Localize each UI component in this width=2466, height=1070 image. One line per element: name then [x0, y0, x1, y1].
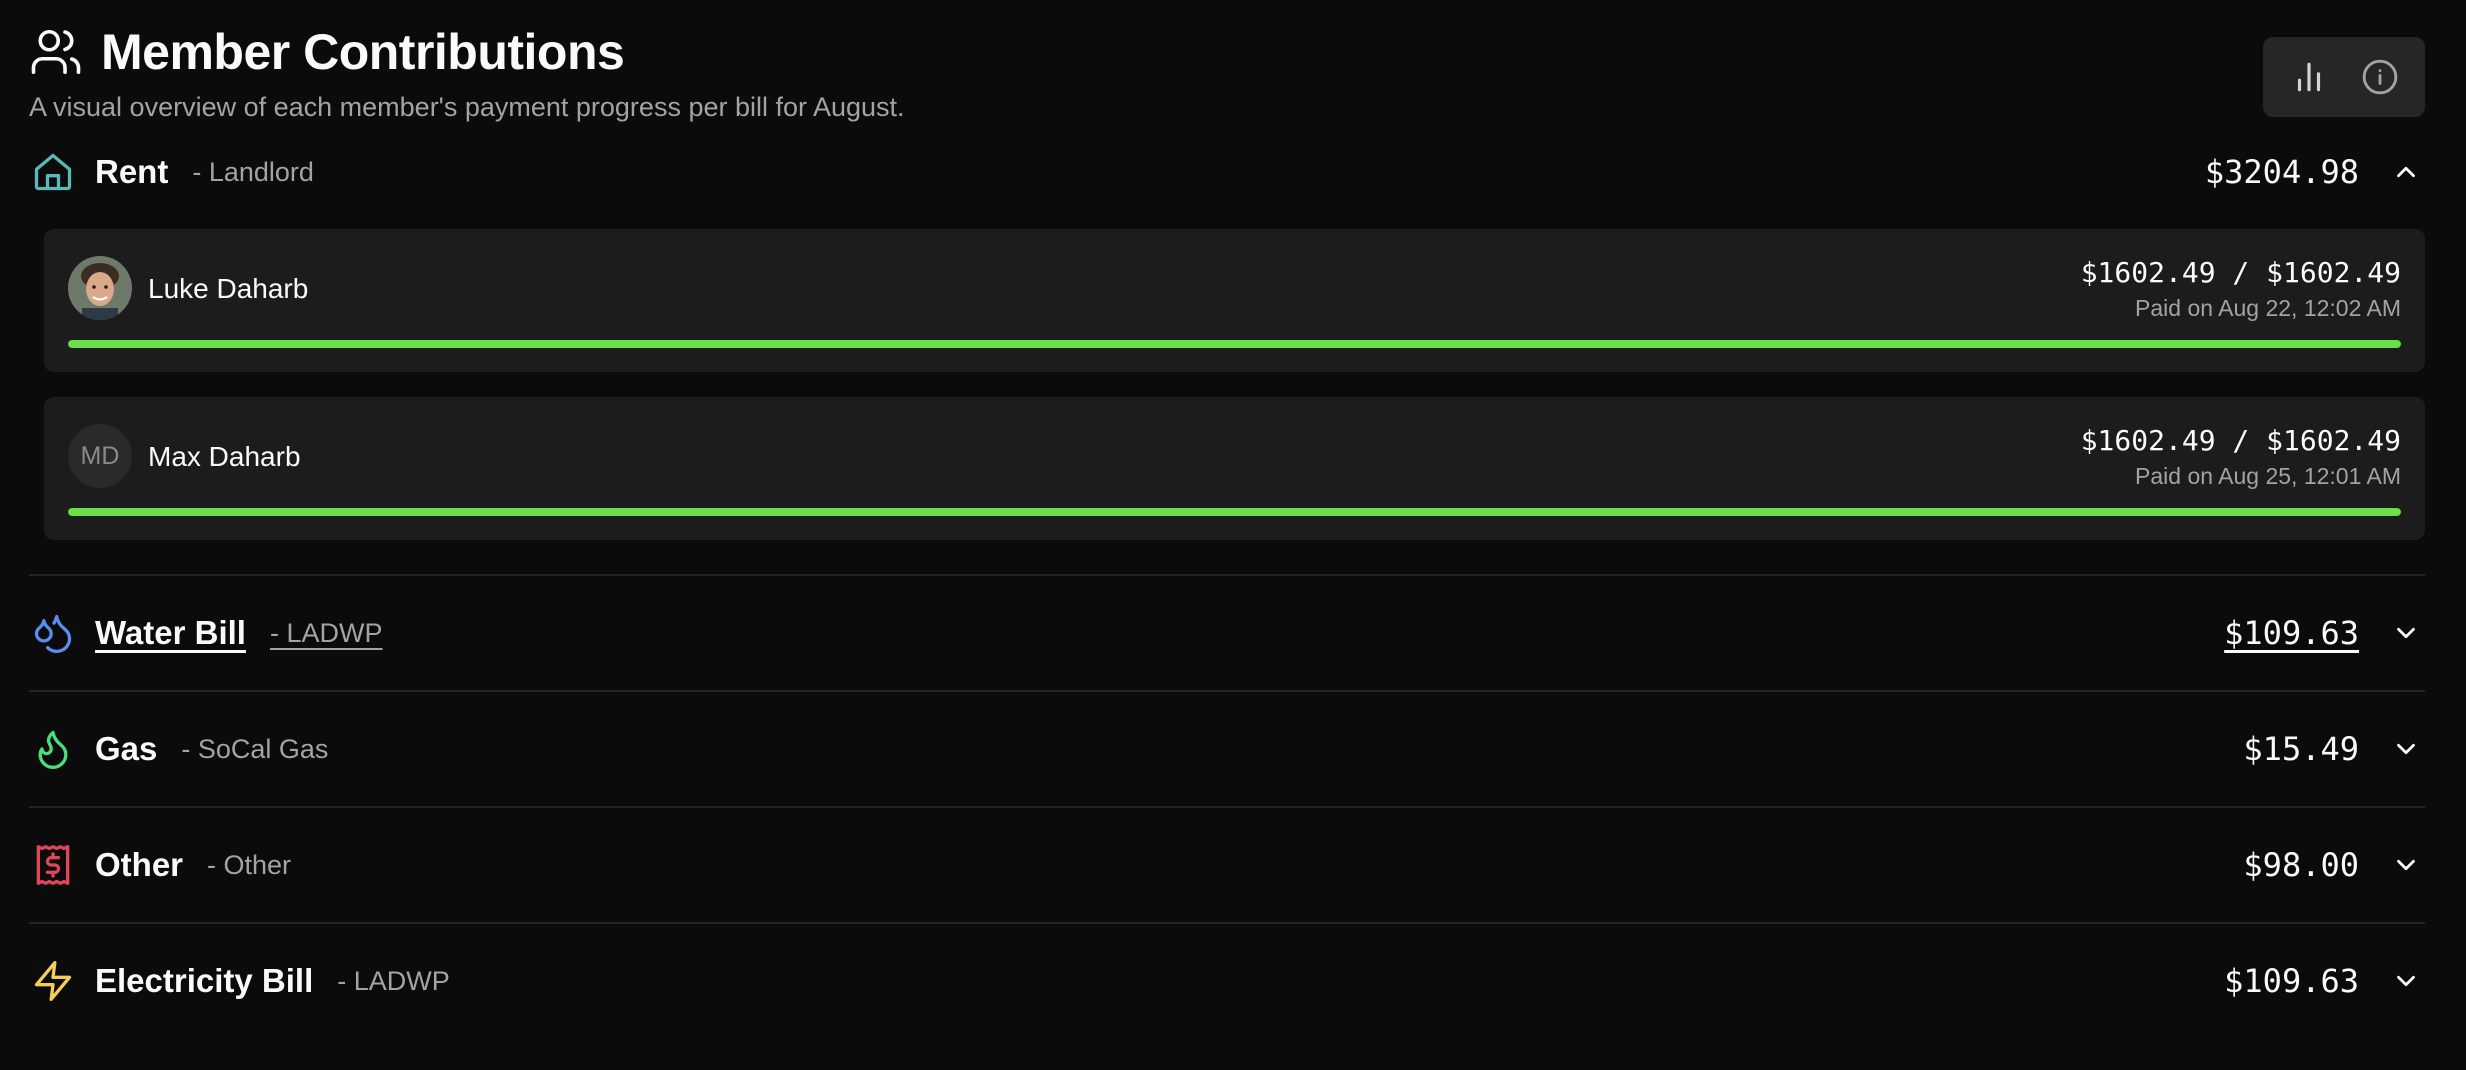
bill-name: Other: [95, 846, 184, 883]
title-row: Member Contributions: [29, 22, 2425, 82]
chevron-down-icon[interactable]: [2391, 966, 2421, 996]
flame-icon: [38, 730, 68, 769]
member-card: MD Max Daharb $1602.49 / $1602.49 Paid o…: [44, 397, 2425, 540]
bill-payee: - Landlord: [192, 156, 314, 187]
toolbar: [2263, 37, 2425, 117]
zap-icon: [34, 961, 72, 1001]
bill-amount: $109.63: [2224, 614, 2359, 652]
bill-payee: - LADWP: [337, 965, 450, 996]
member-card: Luke Daharb $1602.49 / $1602.49 Paid on …: [44, 229, 2425, 372]
users-icon: [31, 29, 81, 75]
bar-chart-icon: [2297, 62, 2320, 92]
member-amount: $1602.49 / $1602.49: [2080, 424, 2401, 457]
member-paid-date: Paid on Aug 22, 12:02 AM: [2135, 295, 2401, 321]
bill-name: Rent: [95, 153, 169, 190]
bill-amount: $109.63: [2224, 962, 2359, 1000]
bill-other: Other - Other $98.00: [29, 806, 2425, 922]
droplets-icon: [34, 614, 72, 654]
chevron-up-icon[interactable]: [2391, 157, 2421, 187]
member-paid-date: Paid on Aug 25, 12:01 AM: [2135, 463, 2401, 489]
progress-bar: [68, 340, 2401, 348]
chevron-down-icon[interactable]: [2391, 734, 2421, 764]
chart-view-button[interactable]: [2281, 49, 2337, 105]
bill-header-electricity[interactable]: Electricity Bill - LADWP $109.63: [29, 924, 2425, 1038]
bill-gas: Gas - SoCal Gas $15.49: [29, 690, 2425, 806]
avatar-initials: MD: [68, 424, 132, 488]
bill-amount: $3204.98: [2204, 153, 2359, 191]
bill-rent: Rent - Landlord $3204.98 Luke Daharb $16…: [29, 115, 2425, 574]
info-icon: [2362, 59, 2397, 95]
bill-header-other[interactable]: Other - Other $98.00: [29, 808, 2425, 922]
member-list: Luke Daharb $1602.49 / $1602.49 Paid on …: [29, 229, 2425, 574]
progress-bar: [68, 508, 2401, 516]
page-title: Member Contributions: [101, 24, 625, 80]
home-icon: [34, 153, 72, 191]
bill-header-gas[interactable]: Gas - SoCal Gas $15.49: [29, 692, 2425, 806]
bill-water: Water Bill - LADWP $109.63: [29, 574, 2425, 690]
member-amount: $1602.49 / $1602.49: [2080, 256, 2401, 289]
bill-payee: - Other: [207, 849, 292, 880]
progress-fill: [68, 340, 2401, 348]
bill-header-rent[interactable]: Rent - Landlord $3204.98: [29, 115, 2425, 229]
bill-name: Electricity Bill: [95, 962, 314, 999]
chevron-down-icon[interactable]: [2391, 618, 2421, 648]
bill-header-water[interactable]: Water Bill - LADWP $109.63: [29, 576, 2425, 690]
receipt-icon: [36, 845, 70, 885]
bill-name: Water Bill: [95, 614, 246, 651]
chevron-down-icon[interactable]: [2391, 850, 2421, 880]
bill-payee: - SoCal Gas: [181, 733, 329, 764]
bill-electricity: Electricity Bill - LADWP $109.63: [29, 922, 2425, 1038]
info-button[interactable]: [2352, 49, 2408, 105]
progress-fill: [68, 508, 2401, 516]
bill-amount: $15.49: [2243, 730, 2359, 768]
bills-list: Rent - Landlord $3204.98 Luke Daharb $16…: [29, 153, 2425, 1038]
member-name: Max Daharb: [148, 441, 301, 472]
member-name: Luke Daharb: [148, 273, 309, 304]
avatar-photo: [68, 256, 132, 320]
bill-name: Gas: [95, 730, 158, 767]
avatar: [68, 256, 132, 320]
page-header: Member Contributions A visual overview o…: [29, 22, 2425, 122]
bill-payee: - LADWP: [269, 617, 383, 648]
bill-amount: $98.00: [2243, 846, 2359, 884]
